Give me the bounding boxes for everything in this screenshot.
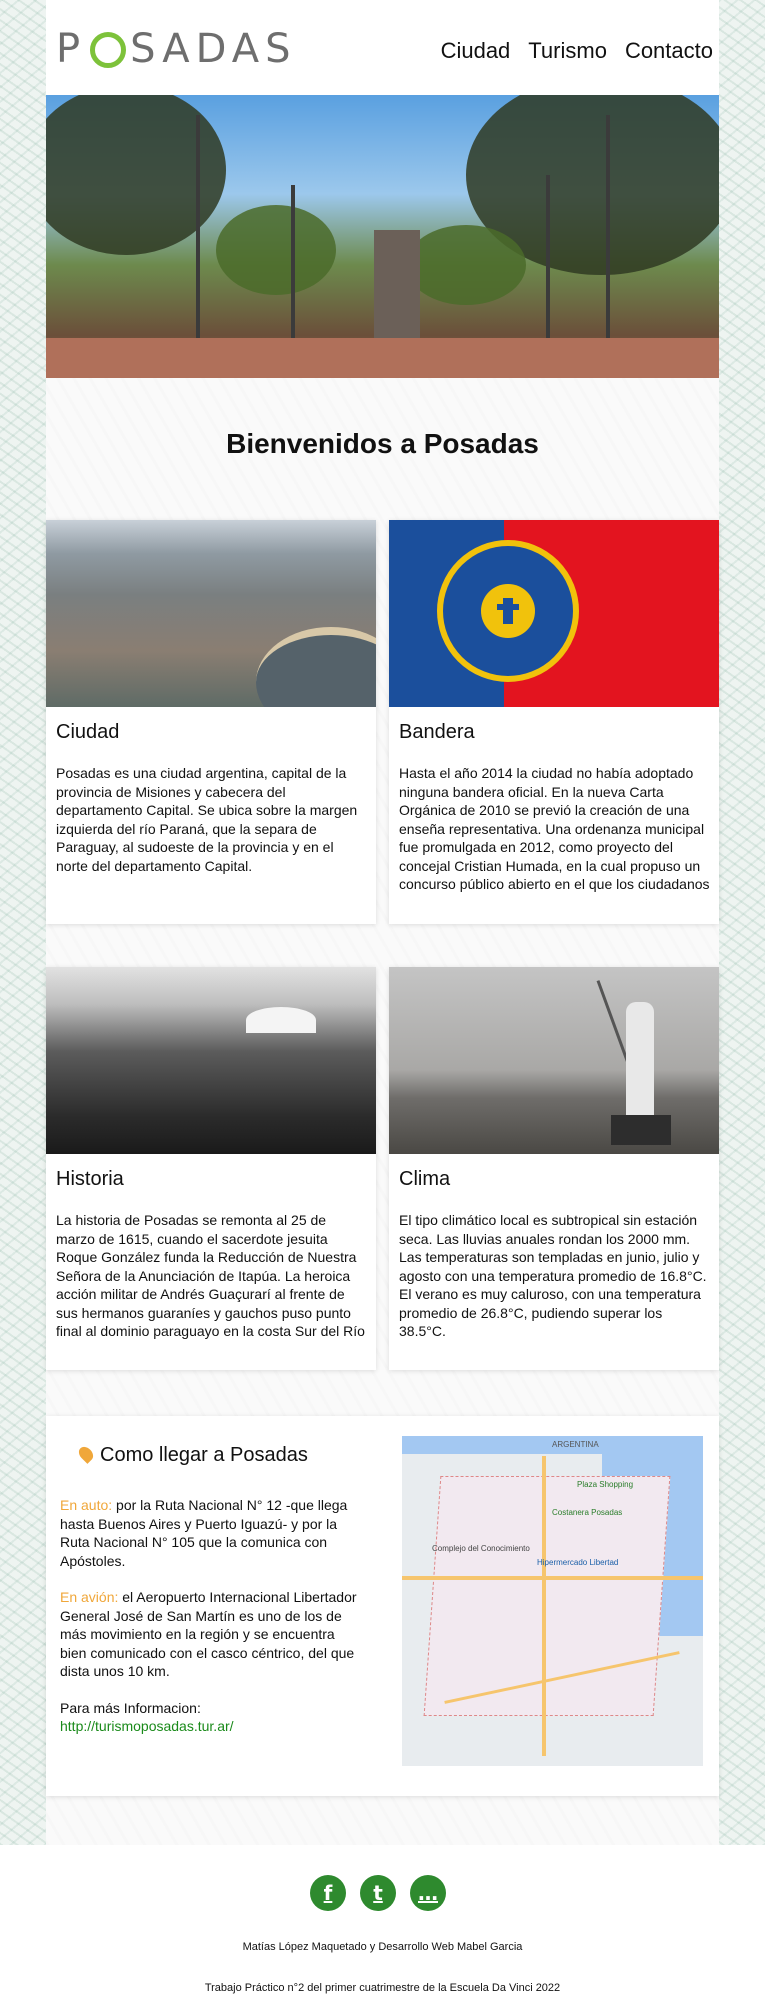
howto-text: En auto: por la Ruta Nacional N° 12 -que…	[60, 1497, 357, 1734]
card-clima: Clima El tipo climático local es subtrop…	[389, 967, 719, 1370]
twitter-icon[interactable]: t	[360, 1875, 396, 1911]
river-statue-image	[389, 967, 719, 1154]
main-nav: Ciudad Turismo Contacto	[441, 38, 713, 64]
site-footer: f t … Matías López Maquetado y Desarroll…	[0, 1845, 765, 2000]
card-title: Clima	[399, 1168, 451, 1190]
card-title: Historia	[56, 1168, 124, 1190]
logo[interactable]: P SADAS	[56, 26, 296, 72]
flag-image	[389, 520, 719, 707]
city-map[interactable]: ARGENTINA Plaza Shopping Costanera Posad…	[402, 1436, 703, 1766]
footer-note: Trabajo Práctico n°2 del primer cuatrime…	[204, 1982, 561, 1994]
card-text: La historia de Posadas se remonta al 25 …	[56, 1212, 365, 1339]
footer-credits: Matías López Maquetado y Desarrollo Web …	[242, 1941, 523, 1953]
tourism-link[interactable]: http://turismoposadas.tur.ar/	[60, 1718, 234, 1734]
card-text: Posadas es una ciudad argentina, capital…	[56, 765, 358, 874]
facebook-icon[interactable]: f	[310, 1875, 346, 1911]
card-text: Hasta el año 2014 la ciudad no había ado…	[399, 765, 710, 892]
card-ciudad: Ciudad Posadas es una ciudad argentina, …	[46, 520, 376, 924]
card-bandera: Bandera Hasta el año 2014 la ciudad no h…	[389, 520, 719, 924]
location-pin-icon	[76, 1443, 96, 1464]
flag-emblem	[437, 540, 579, 682]
city-aerial-image	[46, 520, 376, 707]
nav-contacto[interactable]: Contacto	[625, 38, 713, 64]
statue	[374, 230, 420, 340]
historic-photo	[46, 967, 376, 1154]
social-links: f t …	[310, 1875, 446, 1911]
info-label: Para más Informacion:	[60, 1699, 201, 1716]
card-title: Ciudad	[56, 721, 120, 743]
nav-turismo[interactable]: Turismo	[528, 38, 607, 64]
hero-image	[46, 95, 719, 378]
howto-title: Como llegar a Posadas	[76, 1443, 308, 1467]
welcome-title: Bienvenidos a Posadas	[226, 428, 539, 459]
nav-ciudad[interactable]: Ciudad	[441, 38, 511, 64]
chat-icon[interactable]: …	[410, 1875, 446, 1911]
auto-label: En auto:	[60, 1497, 113, 1513]
avion-label: En avión:	[60, 1589, 119, 1605]
how-to-get-there: Como llegar a Posadas En auto: por la Ru…	[46, 1416, 719, 1796]
card-historia: Historia La historia de Posadas se remon…	[46, 967, 376, 1370]
site-header: P SADAS Ciudad Turismo Contacto	[46, 0, 719, 95]
logo-o-ring	[90, 32, 127, 68]
card-text: El tipo climático local es subtropical s…	[399, 1212, 707, 1339]
card-title: Bandera	[399, 721, 475, 743]
